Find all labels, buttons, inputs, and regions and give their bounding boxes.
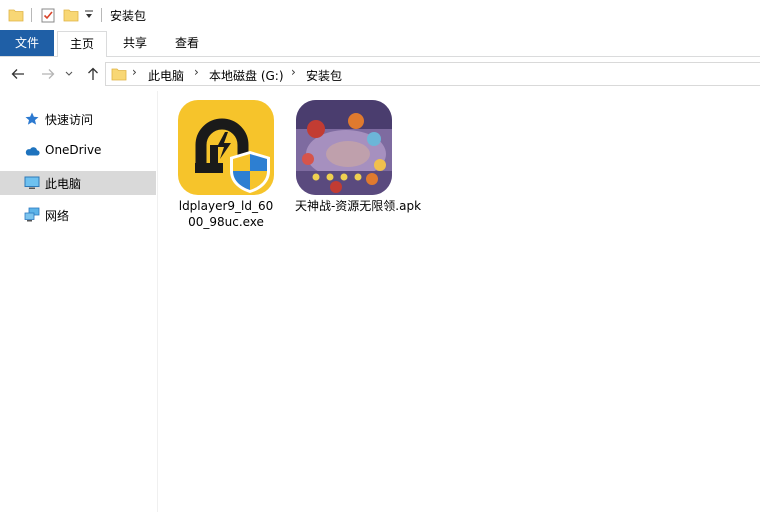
sidebar-item-network[interactable]: 网络: [0, 203, 156, 227]
properties-icon[interactable]: [40, 7, 56, 26]
sidebar-item-label: 网络: [45, 209, 70, 223]
folder-icon: [111, 66, 127, 85]
forward-arrow-icon[interactable]: [40, 66, 56, 82]
back-arrow-icon[interactable]: [10, 66, 26, 82]
breadcrumb-separator-icon[interactable]: ›: [291, 65, 296, 79]
sidebar-item-quick-access[interactable]: 快速访问: [0, 107, 156, 131]
tab-view[interactable]: 查看: [164, 31, 210, 57]
file-item[interactable]: ldplayer9_ld_60 00_98uc.exe: [174, 99, 278, 235]
star-icon: [24, 111, 40, 127]
ldplayer-app-icon: [178, 99, 274, 195]
network-icon: [24, 207, 40, 223]
sidebar-item-label: 快速访问: [45, 113, 94, 127]
title-bar: 安装包: [0, 0, 760, 30]
file-name-line: ldplayer9_ld_60: [178, 199, 274, 213]
file-item[interactable]: 天神战-资源无限领.apk: [292, 99, 424, 219]
ribbon-tabs: 文件 主页 共享 查看: [0, 30, 760, 58]
toolbar-separator: [101, 8, 102, 22]
breadcrumb-separator-icon[interactable]: ›: [132, 65, 137, 79]
breadcrumb-separator-icon[interactable]: ›: [194, 65, 199, 79]
computer-icon: [24, 175, 40, 191]
breadcrumb-drive-g[interactable]: 本地磁盘 (G:): [209, 67, 284, 84]
navigation-bar: › 此电脑 › 本地磁盘 (G:) › 安装包: [0, 57, 760, 91]
tab-file[interactable]: 文件: [0, 30, 54, 56]
cloud-icon: [24, 143, 40, 159]
file-name: ldplayer9_ld_60 00_98uc.exe: [174, 198, 278, 230]
breadcrumb-current-folder[interactable]: 安装包: [306, 67, 342, 84]
file-name: 天神战-资源无限领.apk: [294, 199, 422, 213]
up-arrow-icon[interactable]: [85, 66, 101, 82]
sidebar-item-this-pc[interactable]: 此电脑: [0, 171, 156, 195]
address-bar[interactable]: › 此电脑 › 本地磁盘 (G:) › 安装包: [105, 62, 760, 86]
sidebar-item-label: OneDrive: [45, 143, 102, 157]
file-name-line: 00_98uc.exe: [188, 215, 264, 229]
window-title: 安装包: [110, 9, 147, 23]
new-folder-icon[interactable]: [63, 7, 79, 26]
customize-dropdown-icon[interactable]: [84, 9, 94, 24]
sidebar-item-onedrive[interactable]: OneDrive: [0, 139, 156, 163]
toolbar-separator: [31, 8, 32, 22]
tab-home[interactable]: 主页: [57, 31, 107, 58]
folder-icon[interactable]: [8, 7, 24, 26]
sidebar-item-label: 此电脑: [45, 177, 82, 191]
navigation-pane: 快速访问 OneDrive 此电脑 网络: [0, 91, 158, 512]
recent-locations-chevron-icon[interactable]: [64, 66, 74, 82]
game-apk-icon: [296, 99, 392, 195]
pane-divider[interactable]: [157, 91, 158, 512]
breadcrumb-this-pc[interactable]: 此电脑: [148, 67, 184, 84]
tab-share[interactable]: 共享: [112, 31, 158, 57]
